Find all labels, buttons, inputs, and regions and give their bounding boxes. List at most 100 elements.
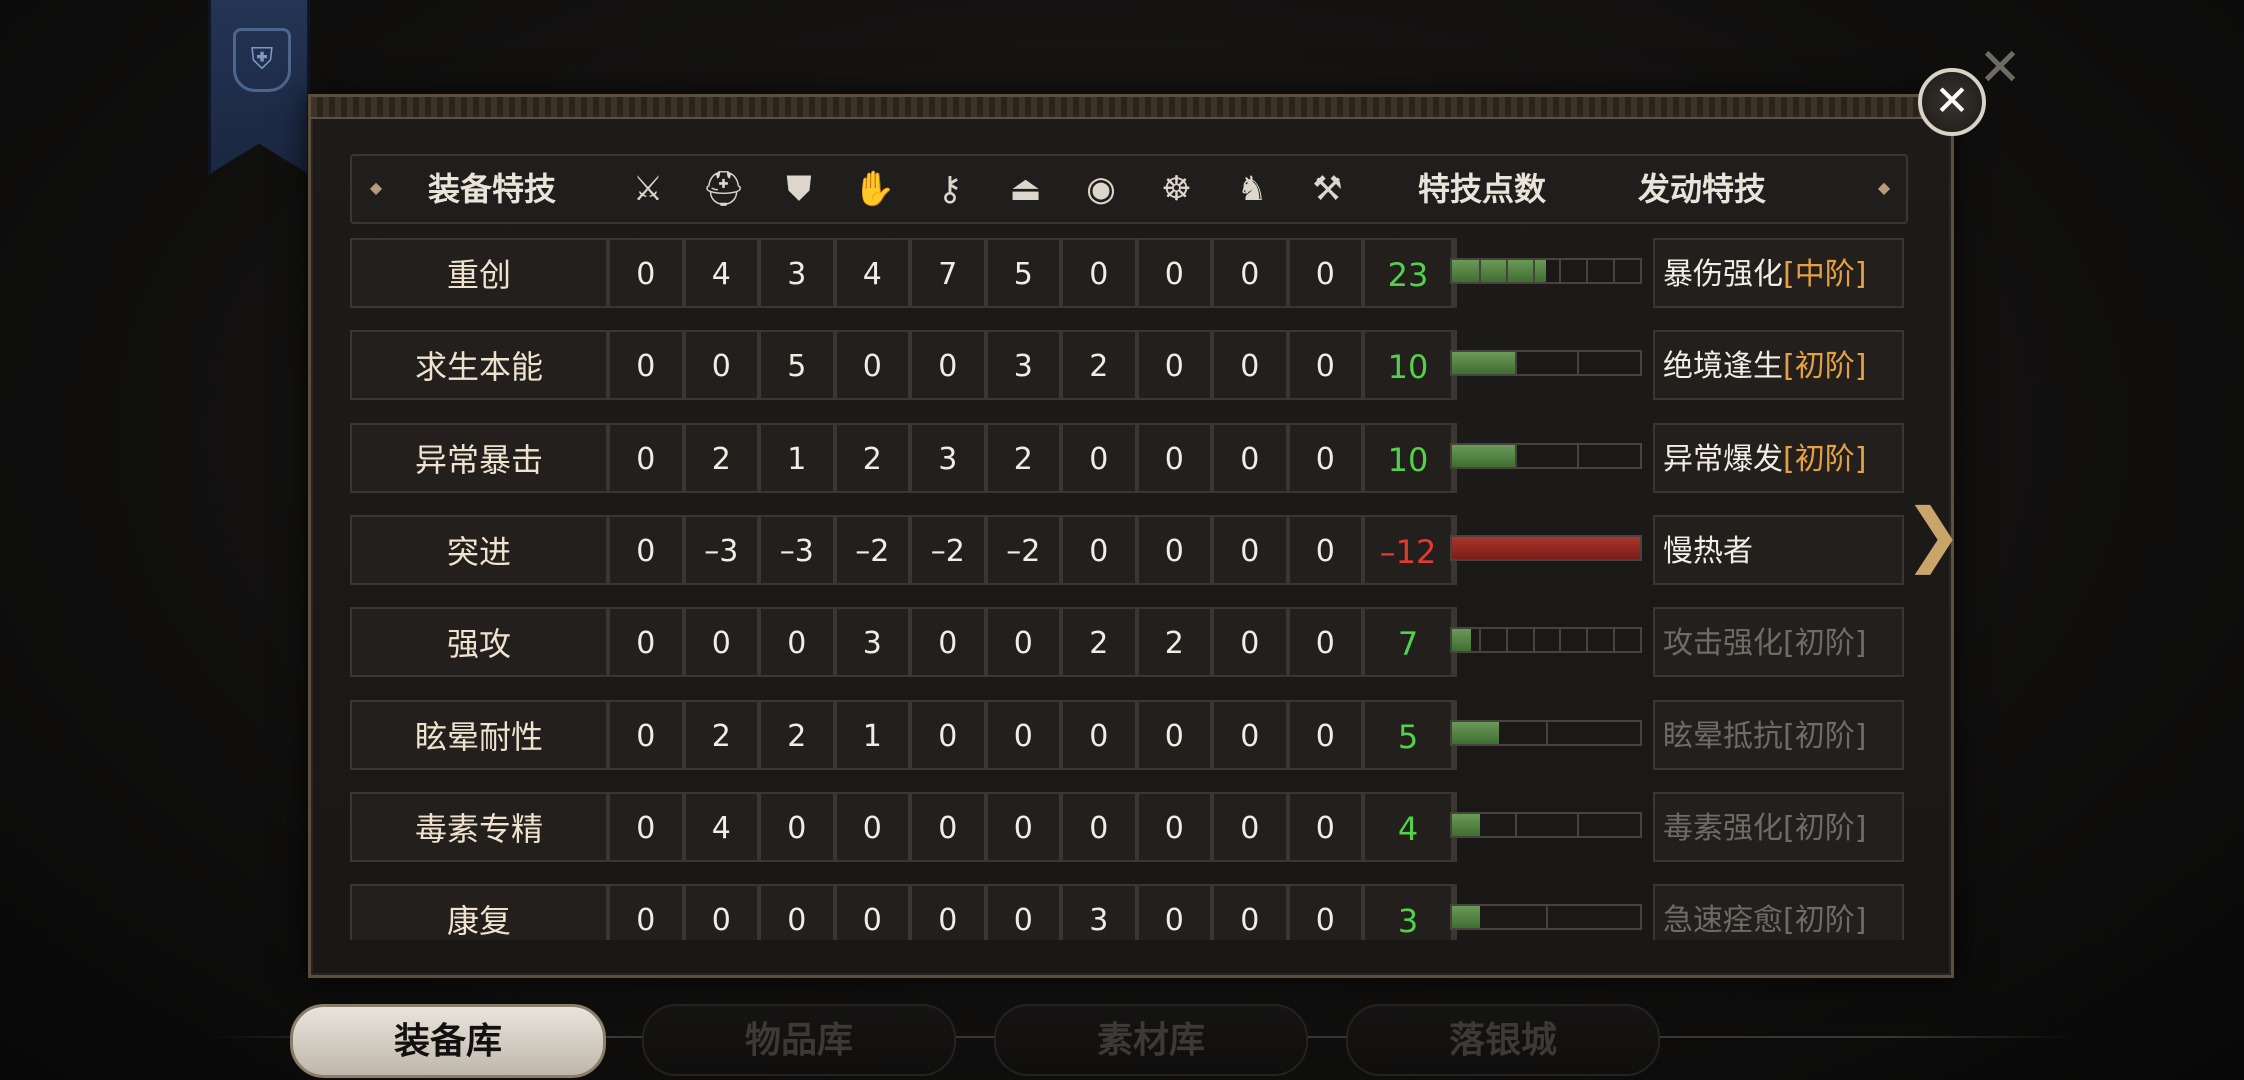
slot-value-8: 0 [1136, 422, 1212, 493]
points-progress-bar [1450, 904, 1642, 931]
skills-table-body[interactable]: 重创 0 4 3 4 7 5 0 0 0 0 23 暴伤强化[中阶] 求生本能 0 0 5 0 0 3 2 0 0 0 10 绝境… [0, 0, 2244, 940]
skill-row[interactable]: 求生本能 0 0 5 0 0 3 2 0 0 0 10 绝境逢生[初阶] [350, 330, 1904, 402]
activated-skill-tier: [中阶] [1783, 257, 1867, 292]
slot-value-6: 0 [985, 607, 1061, 678]
slot-value-6: 2 [985, 422, 1061, 493]
slot-value-9: 0 [1212, 791, 1288, 862]
slot-value-8: 0 [1136, 699, 1212, 770]
slot-value-10: 0 [1287, 514, 1363, 585]
skill-row[interactable]: 突进 0 –3 –3 –2 –2 –2 0 0 0 0 –12 慢热者 [350, 514, 1904, 587]
slot-value-1: 0 [608, 699, 684, 770]
slot-value-3: 3 [759, 238, 835, 308]
tab-4[interactable]: 落银城 [1346, 1004, 1660, 1076]
skill-row[interactable]: 异常暴击 0 2 1 2 3 2 0 0 0 0 10 异常爆发[初阶] [350, 422, 1904, 495]
slot-value-9: 0 [1212, 884, 1288, 940]
points-progress-bar [1450, 534, 1642, 561]
slot-value-4: 2 [834, 422, 910, 493]
tab-3[interactable]: 素材库 [994, 1004, 1308, 1076]
slot-value-9: 0 [1212, 238, 1288, 308]
activated-skill: 急速痊愈[初阶] [1663, 886, 1866, 940]
slot-value-9: 0 [1212, 699, 1288, 770]
activated-skill: 慢热者 [1663, 517, 1753, 587]
activated-skill-cell: 急速痊愈[初阶] [1653, 884, 1904, 940]
slot-value-2: 4 [683, 791, 759, 862]
skill-name: 眩晕耐性 [350, 699, 608, 770]
tab-1[interactable]: 装备库 [290, 1004, 606, 1078]
points-progress-fill [1452, 906, 1481, 929]
activated-skill-name: 暴伤强化 [1663, 257, 1783, 292]
skill-row[interactable]: 毒素专精 0 4 0 0 0 0 0 0 0 0 4 毒素强化[初阶] [350, 791, 1904, 864]
slot-value-5: 7 [910, 238, 986, 308]
skill-points: 4 [1363, 791, 1453, 862]
slot-value-4: 4 [834, 238, 910, 308]
skill-points: 5 [1363, 699, 1453, 770]
slot-value-2: 0 [683, 607, 759, 678]
slot-value-10: 0 [1287, 699, 1363, 770]
slot-value-5: 3 [910, 422, 986, 493]
skill-row[interactable]: 眩晕耐性 0 2 2 1 0 0 0 0 0 0 5 眩晕抵抗[初阶] [350, 699, 1904, 772]
slot-value-6: 5 [985, 238, 1061, 308]
slot-value-1: 0 [608, 884, 684, 940]
slot-value-9: 0 [1212, 422, 1288, 493]
slot-value-5: 0 [910, 884, 986, 940]
slot-value-3: 5 [759, 330, 835, 401]
points-progress-bar [1450, 719, 1642, 746]
activated-skill-name: 毒素强化 [1663, 810, 1783, 846]
skill-points: –12 [1363, 514, 1453, 585]
skill-name: 突进 [350, 514, 608, 585]
activated-skill-cell: 攻击强化[初阶] [1653, 607, 1904, 678]
slot-value-10: 0 [1287, 238, 1363, 308]
skill-row[interactable]: 强攻 0 0 0 3 0 0 2 2 0 0 7 攻击强化[初阶] [350, 607, 1904, 679]
slot-value-5: 0 [910, 699, 986, 770]
activated-skill-tier: [初阶] [1783, 903, 1867, 939]
skill-row[interactable]: 重创 0 4 3 4 7 5 0 0 0 0 23 暴伤强化[中阶] [350, 238, 1904, 310]
points-progress-bar [1450, 442, 1642, 469]
points-progress-bar [1450, 350, 1642, 377]
slot-value-2: 0 [683, 330, 759, 401]
activated-skill-tier: [初阶] [1783, 349, 1867, 385]
slot-value-6: 3 [985, 330, 1061, 401]
activated-skill-name: 绝境逢生 [1663, 349, 1783, 385]
skill-points: 3 [1363, 884, 1453, 940]
bar-segment-divider [1577, 352, 1580, 375]
slot-value-7: 0 [1061, 514, 1137, 585]
activated-skill-tier: [初阶] [1783, 626, 1867, 662]
slot-value-7: 2 [1061, 607, 1137, 678]
activated-skill-name: 眩晕抵抗 [1663, 718, 1783, 754]
skill-name: 异常暴击 [350, 422, 608, 493]
activated-skill-tier: [初阶] [1783, 810, 1867, 846]
bar-segment-divider [1559, 260, 1562, 282]
tab-2[interactable]: 物品库 [642, 1004, 956, 1076]
skill-row[interactable]: 康复 0 0 0 0 0 0 3 0 0 0 3 急速痊愈[初阶] [350, 884, 1904, 940]
bar-segment-divider [1478, 629, 1481, 652]
slot-value-3: 2 [759, 699, 835, 770]
skill-name: 重创 [350, 238, 608, 308]
activated-skill-cell: 异常爆发[初阶] [1653, 422, 1904, 493]
skill-points: 10 [1363, 330, 1453, 401]
slot-value-5: –2 [910, 514, 986, 585]
slot-value-8: 2 [1136, 607, 1212, 678]
slot-value-4: 0 [834, 330, 910, 401]
slot-value-7: 0 [1061, 699, 1137, 770]
bar-segment-divider [1532, 260, 1535, 282]
slot-value-7: 3 [1061, 884, 1137, 940]
bar-segment-divider [1478, 260, 1481, 282]
next-page-arrow-icon[interactable]: ❯ [1904, 496, 1963, 572]
skill-points: 10 [1363, 422, 1453, 493]
bar-segment-divider [1613, 629, 1616, 652]
slot-value-4: 1 [834, 699, 910, 770]
bar-segment-divider [1586, 629, 1589, 652]
skill-name: 毒素专精 [350, 791, 608, 862]
slot-value-6: 0 [985, 791, 1061, 862]
slot-value-1: 0 [608, 422, 684, 493]
slot-value-5: 0 [910, 330, 986, 401]
slot-value-10: 0 [1287, 422, 1363, 493]
activated-skill-name: 慢热者 [1663, 533, 1753, 569]
slot-value-2: –3 [683, 514, 759, 585]
slot-value-1: 0 [608, 330, 684, 401]
bar-segment-divider [1577, 813, 1580, 836]
slot-value-4: 0 [834, 791, 910, 862]
slot-value-9: 0 [1212, 607, 1288, 678]
slot-value-5: 0 [910, 607, 986, 678]
slot-value-10: 0 [1287, 791, 1363, 862]
